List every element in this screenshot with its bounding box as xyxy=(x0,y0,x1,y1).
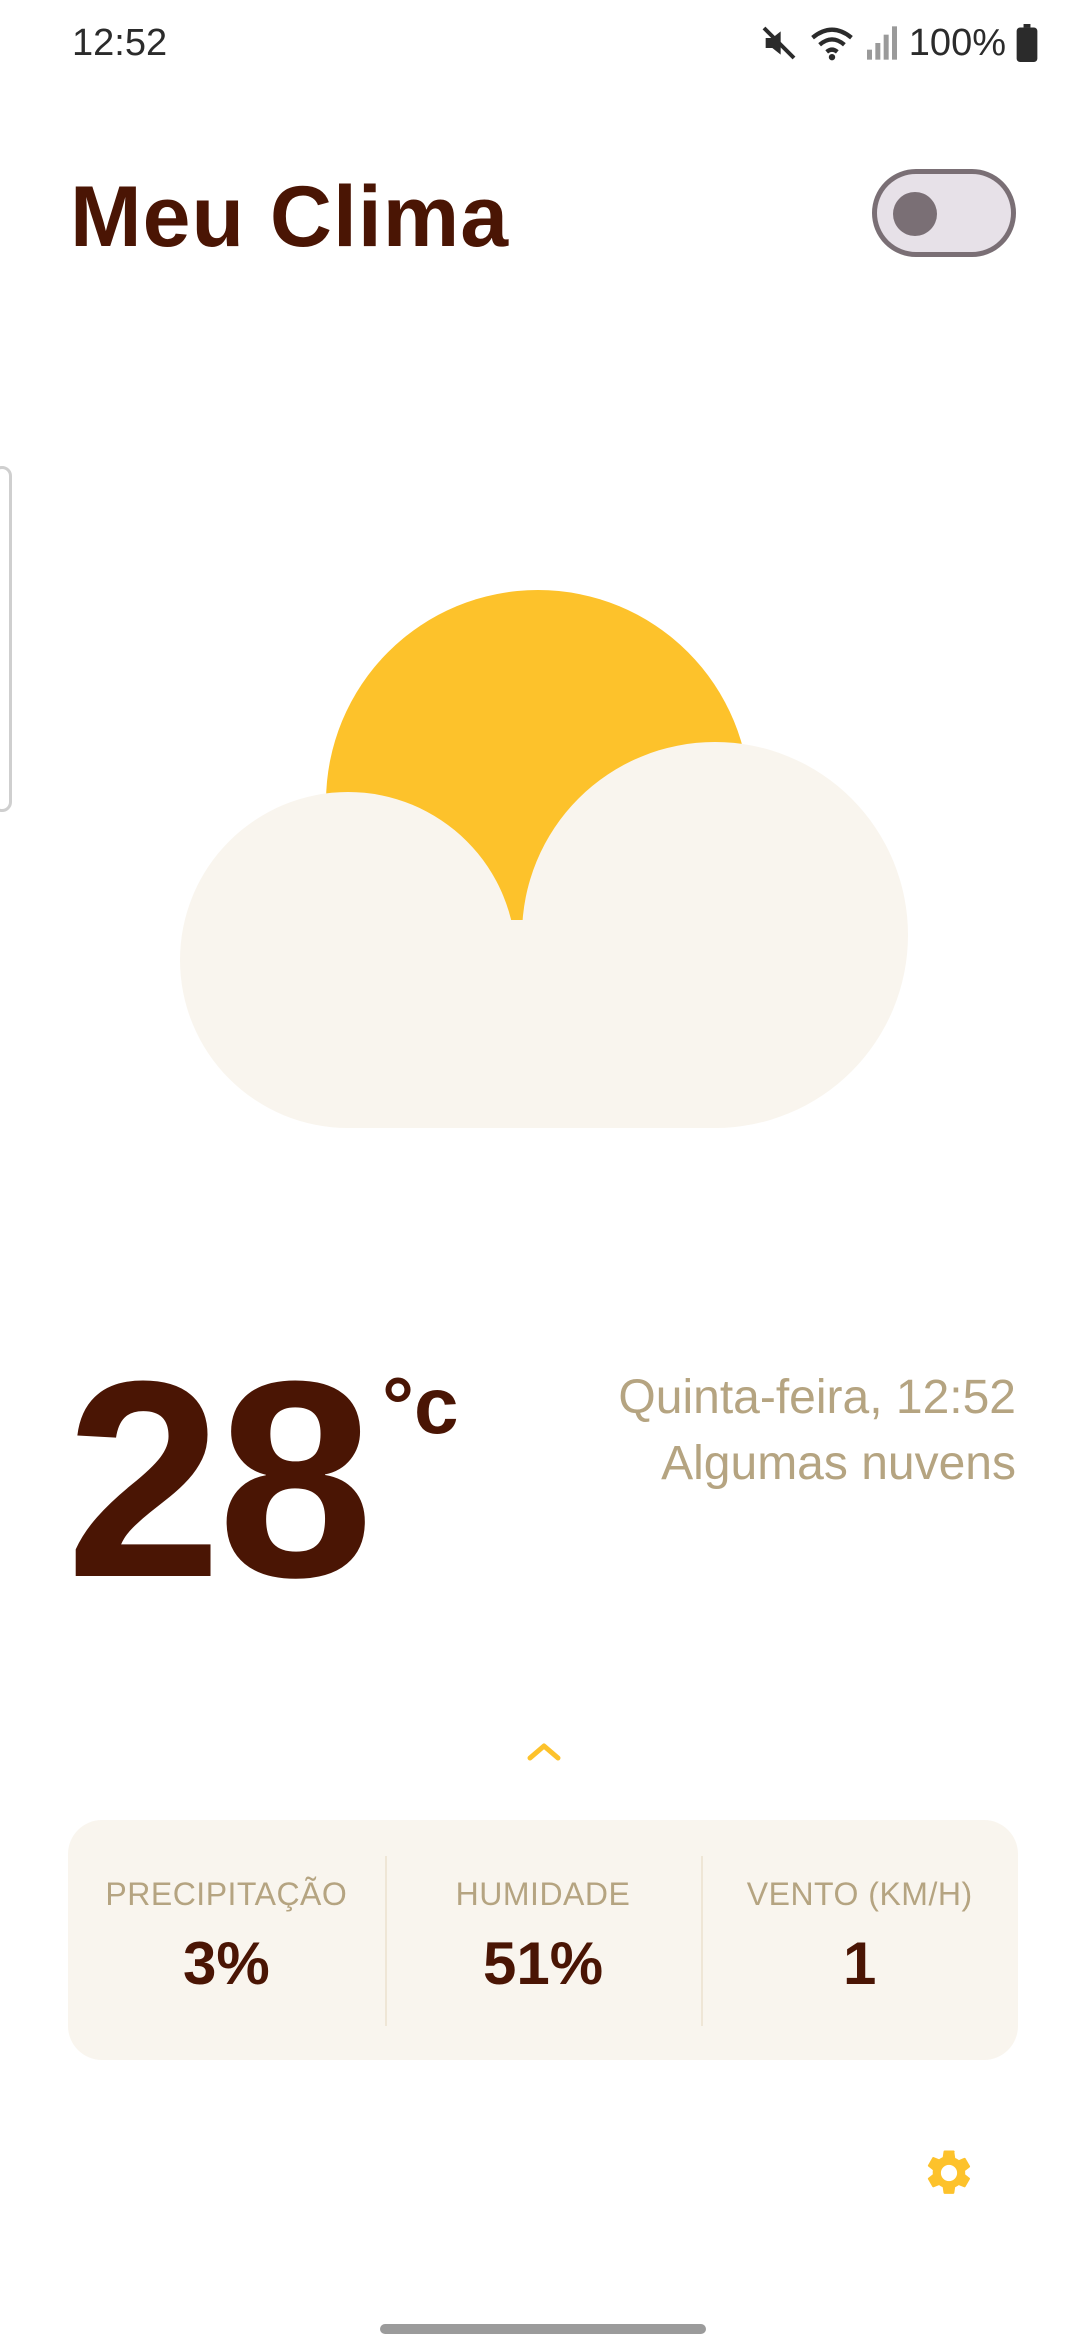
home-indicator[interactable] xyxy=(380,2324,706,2334)
stat-label: HUMIDADE xyxy=(455,1876,631,1912)
theme-toggle[interactable] xyxy=(872,169,1016,257)
status-bar: 12:52 100% xyxy=(0,0,1080,90)
app-screen: 12:52 100% Meu Clima 28 °c Quinta-feira,… xyxy=(0,0,1080,2340)
weather-condition: Algumas nuvens xyxy=(661,1437,1016,1490)
temperature-value: 28 xyxy=(66,1324,373,1636)
gear-icon[interactable] xyxy=(922,2146,976,2200)
chevron-up-icon[interactable] xyxy=(524,1738,564,1762)
status-time: 12:52 xyxy=(72,22,168,64)
mute-icon xyxy=(762,26,796,60)
stat-value: 3% xyxy=(182,1930,270,1997)
weather-stats-card: PRECIPITAÇÃO 3% HUMIDADE 51% VENTO (KM/H… xyxy=(68,1820,1018,2060)
stat-label: VENTO (KM/H) xyxy=(746,1876,973,1912)
stat-wind: VENTO (KM/H) 1 xyxy=(701,1820,1018,2060)
partly-cloudy-icon xyxy=(180,590,908,1128)
wifi-icon xyxy=(810,27,853,61)
stat-value: 1 xyxy=(842,1930,877,1997)
cloud-bottom xyxy=(348,1090,715,1128)
edge-panel-handle[interactable] xyxy=(0,466,12,812)
stat-precipitation: PRECIPITAÇÃO 3% xyxy=(68,1820,385,2060)
signal-icon xyxy=(866,26,897,60)
temperature-unit: °c xyxy=(382,1361,459,1450)
stat-label: PRECIPITAÇÃO xyxy=(105,1876,348,1912)
status-icons: 100% xyxy=(759,18,1038,68)
app-title: Meu Clima xyxy=(70,169,510,265)
battery-icon xyxy=(1016,24,1038,62)
stat-humidity: HUMIDADE 51% xyxy=(384,1820,702,2060)
battery-percent: 100% xyxy=(908,21,1006,64)
stat-value: 51% xyxy=(482,1930,604,1997)
day-time: Quinta-feira, 12:52 xyxy=(618,1371,1016,1424)
toggle-knob xyxy=(893,192,937,236)
